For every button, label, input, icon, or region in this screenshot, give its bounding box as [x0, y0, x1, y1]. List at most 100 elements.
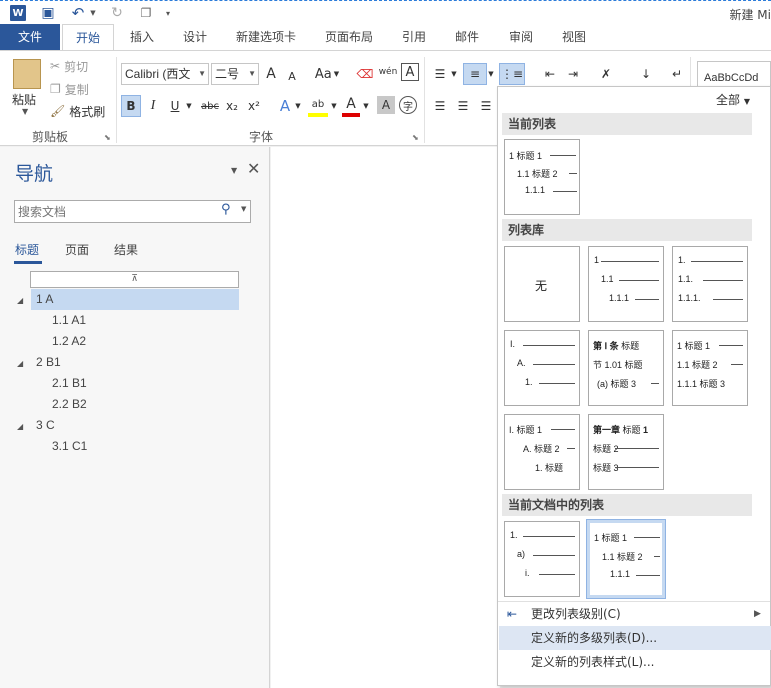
new-doc-icon[interactable]: ❐ [137, 5, 155, 21]
expand-collapse-icon[interactable]: ◢ [17, 290, 23, 311]
font-color-icon[interactable]: A [342, 95, 360, 117]
align-left-icon[interactable]: ☰ [430, 95, 450, 117]
chevron-down-icon[interactable]: ▼ [330, 95, 338, 117]
nav-heading-item[interactable]: 1.1 A1 [52, 310, 86, 331]
phonetic-guide-button[interactable]: wén [378, 61, 398, 83]
clipboard-launcher-icon[interactable]: ⬊ [104, 133, 111, 142]
list-thumb-none[interactable]: 无 [504, 246, 580, 322]
tab-design[interactable]: 设计 [181, 24, 209, 50]
expand-collapse-icon[interactable]: ◢ [17, 416, 23, 437]
tab-references[interactable]: 引用 [399, 24, 429, 50]
nav-heading-item[interactable]: ◢ 2 B1 [17, 352, 61, 373]
tab-mailings[interactable]: 邮件 [452, 24, 482, 50]
document-area[interactable] [271, 147, 500, 688]
show-marks-icon[interactable]: ↵ [667, 63, 687, 85]
customize-toolbar-icon[interactable]: ▾ [163, 5, 173, 21]
redo-icon[interactable]: ↻ [108, 5, 126, 21]
underline-dropdown-icon[interactable]: ▼ [184, 95, 194, 117]
filter-dropdown[interactable]: 全部 ▼ [716, 91, 750, 108]
font-name-combo[interactable]: Calibri (西文 ▼ [121, 63, 209, 85]
enclose-char-icon[interactable]: 字 [399, 96, 417, 114]
grow-font-button[interactable]: A [262, 63, 280, 85]
paste-icon[interactable] [13, 59, 41, 89]
undo-dropdown-icon[interactable]: ▼ [89, 5, 97, 21]
tab-pages[interactable]: 页面 [65, 241, 89, 258]
font-size-combo[interactable]: 二号 ▼ [211, 63, 259, 85]
char-shading-icon[interactable]: A [377, 96, 395, 114]
list-thumb-roman-heading[interactable]: I. 标题 1 A. 标题 2 1. 标题 [504, 414, 580, 490]
tab-layout[interactable]: 页面布局 [322, 24, 376, 50]
italic-button[interactable]: I [144, 95, 162, 117]
list-thumb-chapter[interactable]: 第一章 标题 1 标题 2 标题 3 [588, 414, 664, 490]
font-launcher-icon[interactable]: ⬊ [412, 133, 419, 142]
define-list-style-item[interactable]: 定义新的列表样式(L)... [499, 650, 771, 674]
tab-review[interactable]: 审阅 [506, 24, 536, 50]
increase-indent-icon[interactable]: ⇥ [563, 63, 583, 85]
pane-options-icon[interactable]: ▼ [231, 166, 237, 175]
list-thumb-decimal-dot[interactable]: 1. 1.1. 1.1.1. [672, 246, 748, 322]
underline-button[interactable]: U [166, 95, 184, 117]
nav-heading-item[interactable]: 1.2 A2 [52, 331, 86, 352]
highlight-icon[interactable]: ab [308, 95, 328, 117]
tab-underline [14, 261, 42, 264]
change-case-button[interactable]: Aa ▼ [312, 63, 342, 85]
chevron-down-icon: ▼ [333, 70, 340, 78]
nav-heading-item[interactable]: 3.1 C1 [52, 436, 87, 457]
cut-button[interactable]: ✂ 剪切 [50, 55, 88, 77]
clear-format-icon[interactable]: ⌫ [356, 63, 374, 85]
char-border-button[interactable]: A [401, 63, 419, 81]
tab-headings[interactable]: 标题 [15, 241, 39, 258]
list-thumb-article[interactable]: 第 Ⅰ 条 标题 节 1.01 标题 (a) 标题 3 [588, 330, 664, 406]
search-icon[interactable]: ⚲ [221, 202, 231, 217]
tab-new[interactable]: 新建选项卡 [232, 24, 300, 50]
tab-file[interactable]: 文件 [0, 24, 60, 50]
list-thumb-roman[interactable]: I. A. 1. [504, 330, 580, 406]
subscript-button[interactable]: x₂ [223, 95, 241, 117]
nav-heading-item[interactable]: 2.1 B1 [52, 373, 87, 394]
tab-insert[interactable]: 插入 [128, 24, 156, 50]
change-list-level-item[interactable]: ⇤ 更改列表级别(C) ▶ [499, 602, 771, 626]
sort-icon[interactable]: ↓ [636, 63, 656, 85]
align-right-icon[interactable]: ☰ [476, 95, 496, 117]
list-thumb-doc-1[interactable]: 1. a) i. [504, 521, 580, 597]
shrink-font-button[interactable]: A [284, 65, 300, 87]
format-painter-button[interactable]: 🖌 格式刷 [50, 100, 105, 122]
bullets-icon[interactable]: ☰ [430, 63, 450, 85]
decrease-indent-icon[interactable]: ⇤ [540, 63, 560, 85]
copy-button[interactable]: ❐ 复制 [50, 78, 89, 100]
numbering-icon[interactable]: ≡ [463, 63, 487, 85]
bold-button[interactable]: B [121, 95, 141, 117]
divider [116, 57, 117, 143]
list-thumb-current[interactable]: 1 标题 1 1.1 标题 2 1.1.1 [504, 139, 580, 215]
nav-heading-item[interactable]: ◢ 3 C [17, 415, 55, 436]
superscript-button[interactable]: x² [245, 95, 263, 117]
chinese-layout-icon[interactable]: ✗ [594, 63, 618, 85]
nav-heading-item[interactable]: 2.2 B2 [52, 394, 87, 415]
list-thumb-doc-2-selected[interactable]: 1 标题 1 1.1 标题 2 1.1.1 [586, 519, 666, 599]
paste-dropdown-icon[interactable]: ▼ [22, 107, 28, 116]
align-center-icon[interactable]: ☰ [453, 95, 473, 117]
close-icon[interactable]: ✕ [247, 159, 260, 178]
define-multilevel-list-item[interactable]: 定义新的多级列表(D)... [499, 626, 771, 650]
save-icon[interactable]: ▣ [40, 5, 56, 21]
tab-home[interactable]: 开始 [62, 24, 114, 51]
nav-search-box[interactable]: ⚲ ▼ [14, 200, 251, 223]
chevron-down-icon[interactable]: ▼ [294, 95, 302, 117]
chevron-down-icon[interactable]: ▼ [362, 95, 370, 117]
expand-collapse-icon[interactable]: ◢ [17, 353, 23, 374]
paste-button[interactable]: 粘贴 [12, 91, 36, 108]
chevron-down-icon[interactable]: ▼ [241, 205, 246, 213]
undo-icon[interactable]: ↶ [68, 4, 88, 22]
text-effects-icon[interactable]: A [276, 95, 294, 117]
collapse-headings-icon[interactable]: ⊼ [30, 271, 239, 288]
multilevel-list-icon[interactable]: ⋮≡ [499, 63, 525, 85]
tab-results[interactable]: 结果 [114, 241, 138, 258]
list-thumb-decimal[interactable]: 1 1.1 1.1.1 [588, 246, 664, 322]
nav-heading-item[interactable]: ◢ 1 A [17, 289, 239, 310]
chevron-down-icon[interactable]: ▼ [487, 63, 495, 85]
strikethrough-button[interactable]: abc [199, 95, 221, 117]
chevron-down-icon[interactable]: ▼ [450, 63, 458, 85]
tab-view[interactable]: 视图 [559, 24, 589, 50]
search-input[interactable] [15, 201, 210, 222]
list-thumb-heading-numbered[interactable]: 1 标题 1 1.1 标题 2 1.1.1 标题 3 [672, 330, 748, 406]
